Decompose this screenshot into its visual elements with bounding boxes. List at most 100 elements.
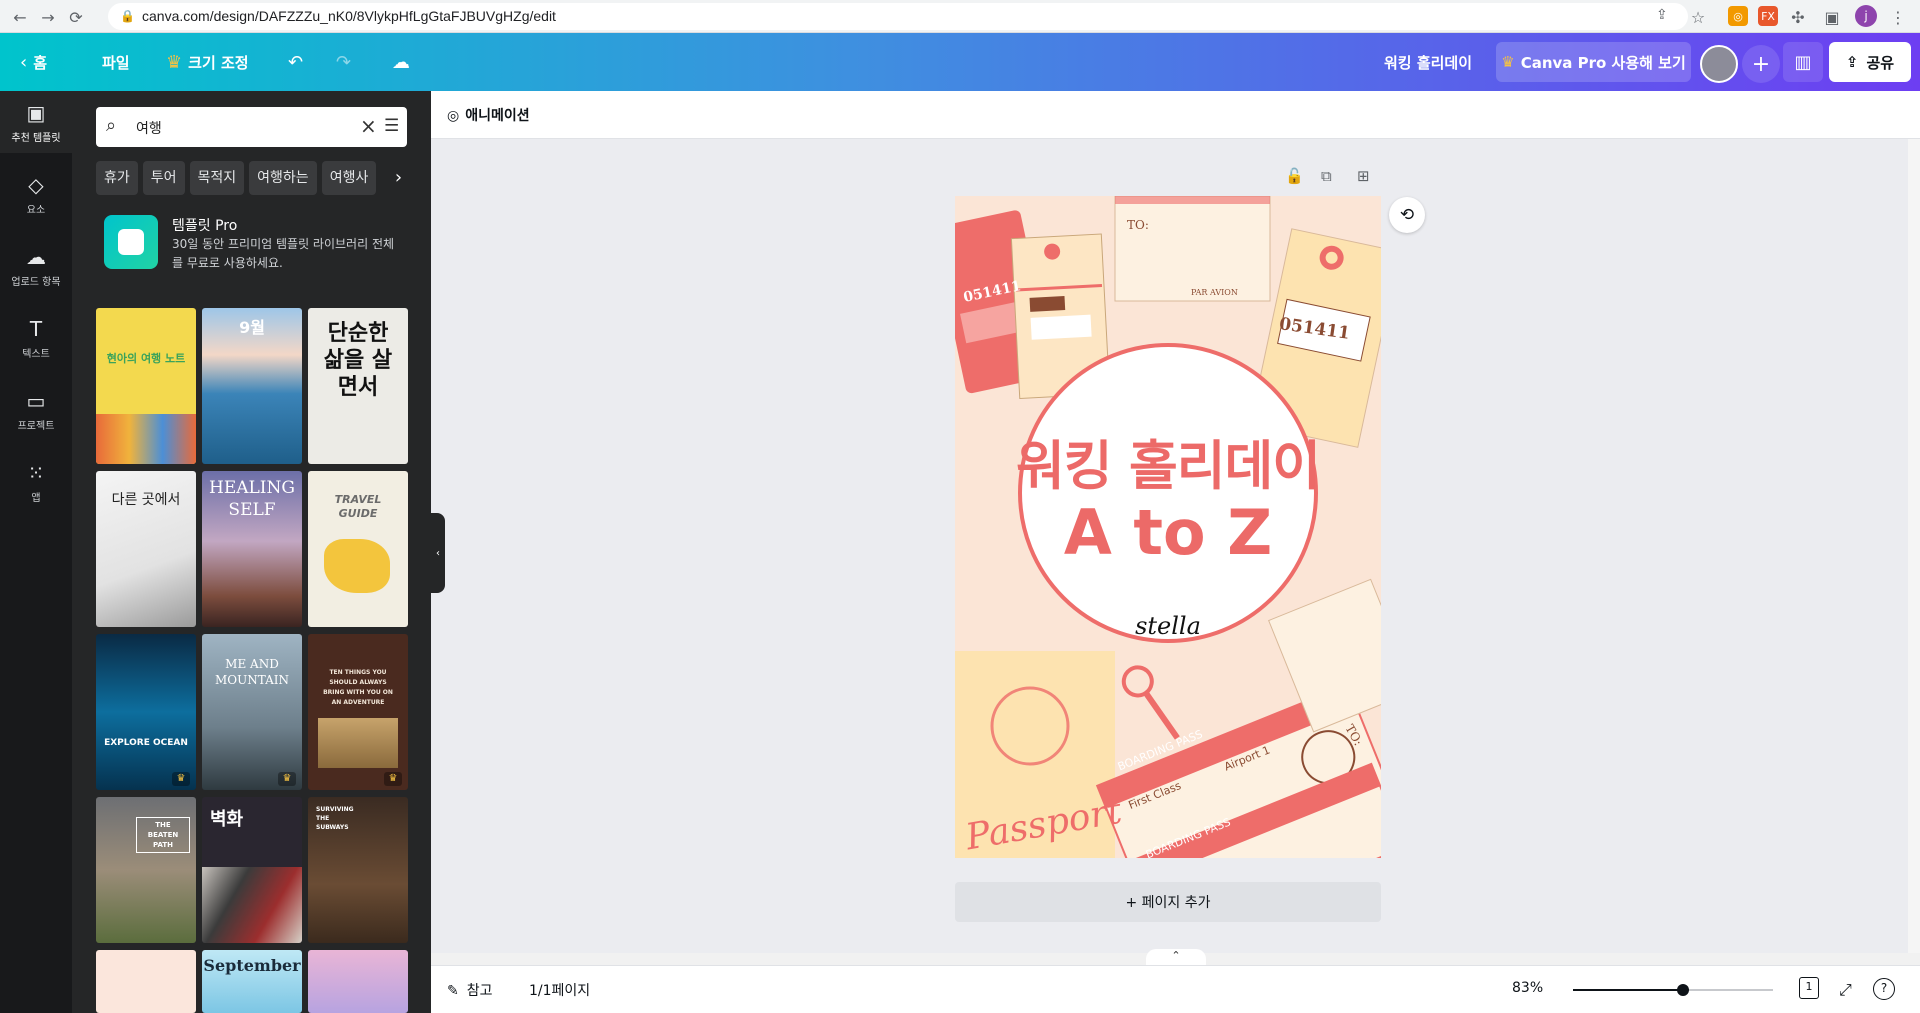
template-thumbnail[interactable]: TEN THINGS YOU SHOULD ALWAYS BRING WITH … xyxy=(308,634,408,790)
template-thumbnail[interactable]: 현아의 여행 노트 xyxy=(96,308,196,464)
editor-topbar: ‹ 홈 파일 ♛ 크기 조정 ↶ ↷ ☁ 워킹 홀리데이 ♛ Canva Pro 사용… xyxy=(0,33,1920,91)
file-menu-button[interactable]: 파일 xyxy=(102,33,130,91)
rail-item-uploads[interactable]: ☁ 업로드 항목 xyxy=(0,235,72,297)
lock-page-icon[interactable]: 🔓 xyxy=(1285,167,1304,185)
rail-item-elements[interactable]: ◇ 요소 xyxy=(0,163,72,225)
template-search-box[interactable]: ⌕ 여행 × ☰ xyxy=(96,107,407,147)
back-icon[interactable]: ← xyxy=(8,5,32,29)
clear-search-icon[interactable]: × xyxy=(360,114,377,138)
first-class-label[interactable]: First Class xyxy=(1127,779,1183,812)
undo-icon: ↶ xyxy=(288,51,304,73)
template-thumbnail[interactable] xyxy=(308,950,408,1013)
rail-item-text[interactable]: T 텍스트 xyxy=(0,307,72,369)
tag-number-right[interactable]: 051411 xyxy=(1278,314,1351,344)
template-thumbnail[interactable]: ME AND MOUNTAIN ♛ xyxy=(202,634,302,790)
insights-chart-icon[interactable]: ▥ xyxy=(1783,42,1823,82)
chevron-right-icon[interactable]: › xyxy=(390,161,407,195)
folder-icon: ▭ xyxy=(26,388,46,413)
bookmark-star-icon[interactable]: ☆ xyxy=(1686,5,1710,29)
template-thumbnail[interactable] xyxy=(96,950,196,1013)
filter-sliders-icon[interactable]: ☰ xyxy=(384,116,399,136)
extension-icon-2[interactable]: FX xyxy=(1758,6,1778,26)
zoom-slider-handle[interactable] xyxy=(1677,984,1689,996)
home-button[interactable]: ‹ 홈 xyxy=(20,33,47,91)
user-avatar[interactable] xyxy=(1700,45,1738,83)
template-thumbnail[interactable]: September xyxy=(202,950,302,1013)
title-line-2[interactable]: A to Z xyxy=(955,496,1381,569)
boarding-pass-label[interactable]: BOARDING PASS xyxy=(1116,728,1205,774)
vertical-scrollbar[interactable] xyxy=(1908,139,1920,953)
template-thumbnail[interactable]: 벽화 xyxy=(202,797,302,943)
template-pro-promo[interactable]: 템플릿 Pro 30일 동안 프리미엄 템플릿 라이브러리 전체를 무료로 사용… xyxy=(96,213,407,273)
page-grid-button[interactable]: 1 xyxy=(1799,977,1819,999)
browser-menu-icon[interactable]: ⋮ xyxy=(1886,5,1910,29)
fullscreen-icon[interactable]: ⤢ xyxy=(1839,980,1852,1000)
collapse-panel-handle[interactable]: ‹ xyxy=(431,513,445,593)
lock-icon: 🔒 xyxy=(120,9,135,23)
search-input[interactable]: 여행 xyxy=(136,118,162,138)
animation-button[interactable]: ◎ 애니메이션 xyxy=(447,105,530,125)
template-thumbnail[interactable]: HEALING SELF xyxy=(202,471,302,627)
thumbnail-text: TRAVEL GUIDE xyxy=(334,493,382,520)
invite-plus-icon[interactable]: + xyxy=(1742,45,1780,83)
chip[interactable]: 여행사 xyxy=(321,161,377,195)
redo-button[interactable]: ↷ xyxy=(336,33,357,91)
notes-button[interactable]: ✎ 참고 xyxy=(447,980,493,1000)
profile-avatar[interactable]: j xyxy=(1855,5,1877,27)
template-thumbnail[interactable]: EXPLORE OCEAN ♛ xyxy=(96,634,196,790)
undo-button[interactable]: ↶ xyxy=(288,33,309,91)
chip[interactable]: 여행하는 xyxy=(249,161,317,195)
add-page-button[interactable]: + 페이지 추가 xyxy=(955,882,1381,922)
resize-label: 크기 조정 xyxy=(188,53,249,72)
side-panel-icon[interactable]: ▣ xyxy=(1820,5,1844,29)
forward-icon[interactable]: → xyxy=(36,5,60,29)
address-bar[interactable]: 🔒 canva.com/design/DAFZZZu_nK0/8VlykpHfL… xyxy=(108,3,1688,30)
duplicate-page-icon[interactable]: ⧉ xyxy=(1321,167,1332,185)
to-label[interactable]: TO: xyxy=(1127,218,1149,232)
apps-icon: ⁙ xyxy=(27,460,45,485)
passport-label[interactable]: Passport xyxy=(963,791,1125,858)
airport-label[interactable]: Airport 1 xyxy=(1222,743,1272,773)
document-title[interactable]: 워킹 홀리데이 xyxy=(1384,33,1472,91)
share-page-icon[interactable]: ⇪ xyxy=(1656,7,1668,23)
template-thumbnail[interactable]: 9월 xyxy=(202,308,302,464)
rail-item-apps[interactable]: ⁙ 앱 xyxy=(0,451,72,513)
crown-icon: ♛ xyxy=(384,772,402,786)
thumbnail-text: September xyxy=(203,956,301,975)
rail-item-projects[interactable]: ▭ 프로젝트 xyxy=(0,379,72,441)
regenerate-icon[interactable]: ⟲ xyxy=(1389,197,1425,233)
boarding-pass-label-2[interactable]: BOARDING PASS xyxy=(1144,816,1233,858)
template-thumbnail[interactable]: TRAVEL GUIDE xyxy=(308,471,408,627)
notes-icon: ✎ xyxy=(447,983,459,999)
extensions-puzzle-icon[interactable]: ✣ xyxy=(1786,5,1810,29)
design-page[interactable]: 051411 051411 TO: PAR AVION 워킹 홀리데이 A to… xyxy=(955,196,1381,858)
context-toolbar: ◎ 애니메이션 xyxy=(431,91,1920,139)
save-status-button[interactable]: ☁ xyxy=(392,33,416,91)
resize-button[interactable]: ♛ 크기 조정 xyxy=(166,33,249,91)
canva-pro-logo-icon xyxy=(104,215,158,269)
title-line-1[interactable]: 워킹 홀리데이 xyxy=(955,424,1381,500)
try-canva-pro-button[interactable]: ♛ Canva Pro 사용해 보기 xyxy=(1496,42,1691,82)
template-icon: ▣ xyxy=(26,100,46,125)
page-count[interactable]: 1/1페이지 xyxy=(529,980,590,1000)
template-thumbnail[interactable]: SURVIVING THE SUBWAYS xyxy=(308,797,408,943)
template-thumbnail[interactable]: THE BEATEN PATH xyxy=(96,797,196,943)
crown-icon: ♛ xyxy=(278,772,296,786)
rail-item-templates[interactable]: ▣ 추천 템플릿 xyxy=(0,91,72,153)
chip[interactable]: 목적지 xyxy=(189,161,245,195)
reload-icon[interactable]: ⟳ xyxy=(64,5,88,29)
tag-number-left[interactable]: 051411 xyxy=(962,278,1023,306)
to-label-2[interactable]: TO: xyxy=(1342,722,1365,748)
share-button[interactable]: ⇪ 공유 xyxy=(1829,42,1911,82)
add-page-icon[interactable]: ⊞ xyxy=(1357,167,1370,185)
chip[interactable]: 휴가 xyxy=(96,161,138,195)
template-thumbnail[interactable]: 단순한 삶을 살면서 xyxy=(308,308,408,464)
extension-icon-1[interactable]: ◎ xyxy=(1728,6,1748,26)
zoom-percent[interactable]: 83% xyxy=(1512,980,1543,996)
template-thumbnail[interactable]: 다른 곳에서 xyxy=(96,471,196,627)
chip[interactable]: 투어 xyxy=(142,161,185,195)
par-avion-label[interactable]: PAR AVION xyxy=(1191,288,1238,297)
help-icon[interactable]: ? xyxy=(1873,978,1895,1000)
author-name[interactable]: stella xyxy=(955,612,1381,640)
redo-icon: ↷ xyxy=(336,51,352,73)
